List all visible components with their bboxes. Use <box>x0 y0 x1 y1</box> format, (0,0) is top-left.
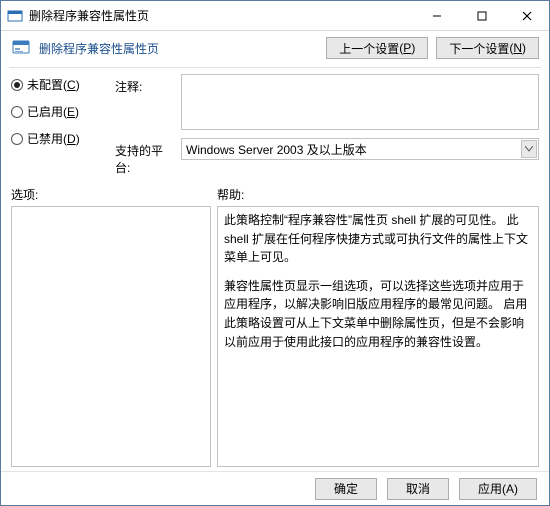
next-label: 下一个设置 <box>449 40 509 57</box>
radio-dot-icon <box>11 79 23 91</box>
radio-enabled[interactable]: 已启用(E) <box>11 103 103 120</box>
dialog-window: 删除程序兼容性属性页 删除程序兼容性属性页 上一个设置(P) 下一个设置(N) <box>0 0 550 506</box>
comment-label: 注释: <box>115 74 175 95</box>
comment-input[interactable] <box>181 74 539 130</box>
apply-button[interactable]: 应用(A) <box>459 478 537 500</box>
prev-label: 上一个设置 <box>339 40 399 57</box>
fields-column: 注释: 支持的平台: Windows Server 2003 及以上版本 <box>115 74 539 176</box>
ok-button[interactable]: 确定 <box>315 478 377 500</box>
platform-row: 支持的平台: Windows Server 2003 及以上版本 <box>115 138 539 176</box>
radio-not-configured-label: 未配置(C) <box>27 76 80 93</box>
app-icon <box>7 8 23 24</box>
close-button[interactable] <box>504 1 549 30</box>
previous-setting-button[interactable]: 上一个设置(P) <box>326 37 428 59</box>
prev-accel: P <box>403 41 411 55</box>
cancel-button[interactable]: 取消 <box>387 478 449 500</box>
platform-value: Windows Server 2003 及以上版本 <box>186 141 367 158</box>
radio-not-configured[interactable]: 未配置(C) <box>11 76 103 93</box>
header-row: 删除程序兼容性属性页 上一个设置(P) 下一个设置(N) <box>1 31 549 67</box>
radio-dot-icon <box>11 106 23 118</box>
comment-row: 注释: <box>115 74 539 130</box>
radio-disabled-label: 已禁用(D) <box>27 130 80 147</box>
config-area: 未配置(C) 已启用(E) 已禁用(D) 注释: 支持的平台: Windows … <box>1 74 549 182</box>
next-accel: N <box>513 41 522 55</box>
platform-label: 支持的平台: <box>115 138 175 176</box>
footer: 确定 取消 应用(A) <box>1 471 549 505</box>
policy-icon <box>11 38 31 58</box>
chevron-down-icon <box>521 140 537 158</box>
help-paragraph-2: 兼容性属性页显示一组选项，可以选择这些选项并应用于应用程序，以解决影响旧版应用程… <box>224 277 532 351</box>
spacer <box>224 267 532 277</box>
platform-dropdown[interactable]: Windows Server 2003 及以上版本 <box>181 138 539 160</box>
next-setting-button[interactable]: 下一个设置(N) <box>436 37 539 59</box>
help-paragraph-1: 此策略控制“程序兼容性”属性页 shell 扩展的可见性。 此 shell 扩展… <box>224 211 532 267</box>
section-labels: 选项: 帮助: <box>1 182 549 206</box>
nav-buttons: 上一个设置(P) 下一个设置(N) <box>326 37 539 59</box>
radio-disabled[interactable]: 已禁用(D) <box>11 130 103 147</box>
minimize-button[interactable] <box>414 1 459 30</box>
radio-dot-icon <box>11 133 23 145</box>
panes-row: 此策略控制“程序兼容性”属性页 shell 扩展的可见性。 此 shell 扩展… <box>1 206 549 471</box>
window-title: 删除程序兼容性属性页 <box>29 7 414 24</box>
options-label: 选项: <box>11 186 217 203</box>
maximize-button[interactable] <box>459 1 504 30</box>
separator <box>9 67 541 68</box>
radio-enabled-label: 已启用(E) <box>27 103 79 120</box>
help-pane: 此策略控制“程序兼容性”属性页 shell 扩展的可见性。 此 shell 扩展… <box>217 206 539 467</box>
help-label: 帮助: <box>217 186 539 203</box>
options-pane <box>11 206 211 467</box>
header-title: 删除程序兼容性属性页 <box>39 40 318 57</box>
radio-column: 未配置(C) 已启用(E) 已禁用(D) <box>11 74 103 176</box>
system-buttons <box>414 1 549 30</box>
titlebar: 删除程序兼容性属性页 <box>1 1 549 31</box>
